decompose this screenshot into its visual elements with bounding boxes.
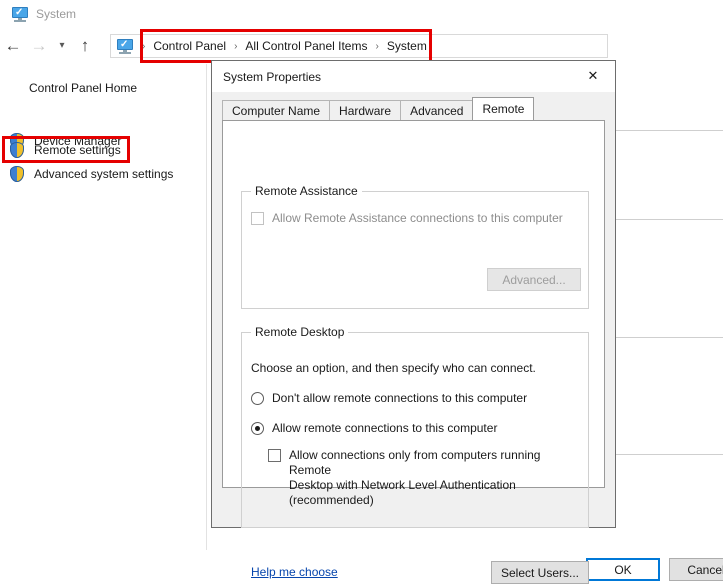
select-users-button[interactable]: Select Users... — [491, 561, 589, 584]
tab-advanced[interactable]: Advanced — [400, 100, 474, 120]
dialog-title: System Properties — [223, 69, 322, 84]
breadcrumb-separator-2: › — [375, 40, 379, 52]
breadcrumb-item-all-control-panel-items[interactable]: All Control Panel Items — [242, 39, 370, 53]
radio-button[interactable] — [251, 421, 264, 435]
shield-icon — [10, 142, 25, 158]
remote-desktop-instruction: Choose an option, and then specify who c… — [251, 361, 536, 375]
ok-button[interactable]: OK — [586, 558, 660, 581]
group-title: Remote Assistance — [251, 184, 362, 198]
sidebar-item-remote-settings[interactable]: Remote settings — [10, 140, 121, 160]
group-title: Remote Desktop — [251, 325, 349, 339]
up-arrow-icon[interactable]: ↑ — [72, 28, 98, 64]
radio-dont-allow-remote-connections[interactable]: Don't allow remote connections to this c… — [251, 391, 527, 405]
forward-arrow-icon: → — [30, 36, 48, 55]
address-bar-monitor-check-icon: ✓ — [117, 38, 133, 54]
tab-hardware[interactable]: Hardware — [329, 100, 402, 120]
radio-label: Allow remote connections to this compute… — [272, 421, 498, 435]
nla-label: Allow connections only from computers ru… — [289, 448, 578, 508]
nla-label-line2: Desktop with Network Level Authenticatio… — [289, 478, 516, 507]
sidebar-item-label: Advanced system settings — [34, 167, 174, 181]
monitor-check-icon: ✓ — [12, 6, 28, 22]
close-icon[interactable]: ✕ — [571, 61, 615, 91]
breadcrumb-separator-0: › — [142, 40, 146, 52]
sidebar-item-label: Remote settings — [34, 143, 121, 157]
sidebar-item-control-panel-home[interactable]: Control Panel Home — [29, 81, 137, 95]
window-titlebar: ✓ System — [0, 0, 723, 28]
breadcrumb-item-control-panel[interactable]: Control Panel — [150, 39, 229, 53]
tab-panel-remote: Remote Assistance Allow Remote Assistanc… — [222, 120, 605, 584]
system-properties-dialog: System Properties ✕ Computer Name Hardwa… — [211, 60, 723, 584]
breadcrumb[interactable]: ✓ › Control Panel › All Control Panel It… — [110, 34, 608, 58]
nla-label-line1: Allow connections only from computers ru… — [289, 448, 541, 477]
group-remote-assistance: Remote Assistance — [241, 184, 589, 309]
allow-remote-assistance-label: Allow Remote Assistance connections to t… — [272, 211, 563, 225]
radio-label: Don't allow remote connections to this c… — [272, 391, 528, 405]
window-title: System — [36, 7, 77, 21]
radio-button[interactable] — [251, 391, 264, 405]
sidebar-item-advanced-system-settings[interactable]: Advanced system settings — [10, 164, 173, 184]
breadcrumb-item-system[interactable]: System — [384, 39, 430, 53]
back-arrow-icon[interactable]: ← — [0, 28, 26, 64]
tab-strip: Computer Name Hardware Advanced Remote — [222, 97, 535, 120]
dialog-titlebar: System Properties — [212, 61, 615, 92]
allow-remote-assistance-checkbox-row: Allow Remote Assistance connections to t… — [251, 211, 563, 226]
cancel-button[interactable]: Cancel — [669, 558, 723, 581]
shield-icon — [10, 166, 25, 182]
breadcrumb-separator-1: › — [234, 40, 238, 52]
radio-allow-remote-connections[interactable]: Allow remote connections to this compute… — [251, 421, 497, 435]
help-me-choose-link[interactable]: Help me choose — [251, 565, 338, 579]
advanced-button: Advanced... — [487, 268, 581, 291]
nla-checkbox-row[interactable]: Allow connections only from computers ru… — [268, 448, 578, 508]
tab-remote[interactable]: Remote — [472, 97, 535, 120]
nla-checkbox[interactable] — [268, 449, 281, 462]
allow-remote-assistance-checkbox — [251, 212, 264, 225]
tab-computer-name[interactable]: Computer Name — [222, 100, 331, 120]
chevron-down-icon[interactable]: ▾ — [52, 28, 72, 64]
